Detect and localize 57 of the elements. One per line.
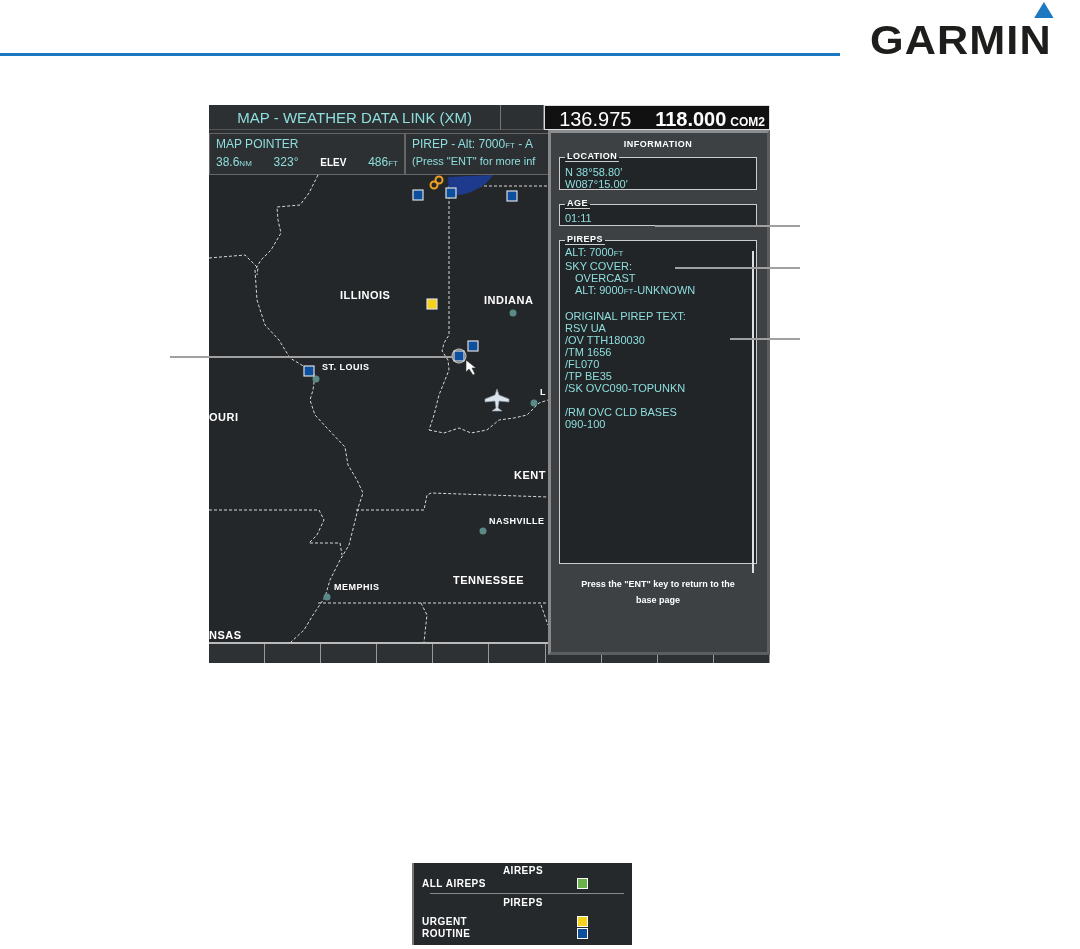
elevation-label: ELEV	[320, 157, 347, 168]
legend-heading: PIREPS	[502, 897, 544, 909]
city-label: ST. LOUIS	[322, 363, 370, 372]
pirep-text: /TM 1656	[565, 346, 612, 358]
pirep-summary-text: PIREP - Alt: 7000FT - A	[412, 137, 533, 151]
city-dot	[509, 309, 517, 317]
radio-label: COM2	[730, 115, 765, 129]
cursor-arrow-icon	[465, 359, 477, 376]
pirep-text: /OV TTH180030	[565, 334, 645, 346]
ring-cluster-icon	[429, 175, 444, 190]
state-label: INDIANA	[484, 295, 534, 306]
state-label: TENNESSEE	[453, 575, 525, 586]
pirep-text: ALT: 9000FT-UNKNOWN	[574, 284, 696, 298]
legend-label: ALL AIREPS	[422, 877, 486, 889]
pirep-text: /TP BE35	[565, 370, 612, 382]
pirep-text: RSV UA	[565, 322, 606, 334]
pirep-text: OVERCAST	[574, 272, 636, 284]
pirep-text: ORIGINAL PIREP TEXT:	[565, 310, 686, 322]
city-dot	[323, 593, 331, 601]
leader-line	[729, 338, 801, 340]
pirep-text: 090-100	[565, 418, 606, 430]
state-label: KENT	[514, 470, 546, 481]
coordinate-text: N 38°58.80'	[565, 166, 624, 178]
pirep-text: ALT: 7000FT	[565, 246, 624, 260]
city-dot	[530, 399, 538, 407]
triangle-icon	[1034, 2, 1054, 18]
state-label: OURI	[209, 412, 239, 423]
state-label: NSAS	[209, 630, 242, 641]
active-frequency: 136.975	[559, 108, 633, 131]
pirep-text: /FL070	[565, 358, 600, 370]
panel-title: INFORMATION	[622, 139, 694, 149]
bearing-value: 323°	[273, 155, 299, 169]
city-label: NASHVILLE	[489, 517, 545, 526]
elevation-value: 486FT	[368, 155, 398, 169]
map-pointer-label: MAP POINTER	[216, 137, 300, 151]
legend-label: URGENT	[422, 915, 468, 927]
distance-value: 38.6NM	[216, 155, 252, 169]
pirep-text: /RM OVC CLD BASES	[565, 406, 677, 418]
standby-frequency: 118.000	[655, 108, 727, 131]
pirep-text: SKY COVER:	[565, 260, 633, 272]
age-value: 01:11	[565, 212, 593, 224]
group-label: LOCATION	[565, 152, 620, 162]
group-label: PIREPS	[565, 235, 605, 245]
group-label: AGE	[565, 199, 590, 209]
state-label: ILLINOIS	[340, 290, 391, 301]
airplane-icon	[484, 388, 510, 412]
legend-heading: AIREPS	[501, 865, 545, 877]
city-label: L	[540, 388, 546, 397]
brand-logo: GARMIN	[870, 2, 1052, 60]
instruction-text: Press the "ENT" key to return to the base page	[580, 578, 736, 607]
pirep-text: /SK OVC090-TOPUNKN	[565, 382, 686, 394]
coordinate-text: W087°15.00'	[565, 178, 629, 190]
city-dot	[479, 527, 487, 535]
city-label: MEMPHIS	[334, 583, 380, 592]
scrollbar[interactable]	[752, 251, 754, 573]
pirep-hint-text: (Press "ENT" for more inf	[412, 155, 536, 167]
legend-label: ROUTINE	[422, 927, 471, 939]
